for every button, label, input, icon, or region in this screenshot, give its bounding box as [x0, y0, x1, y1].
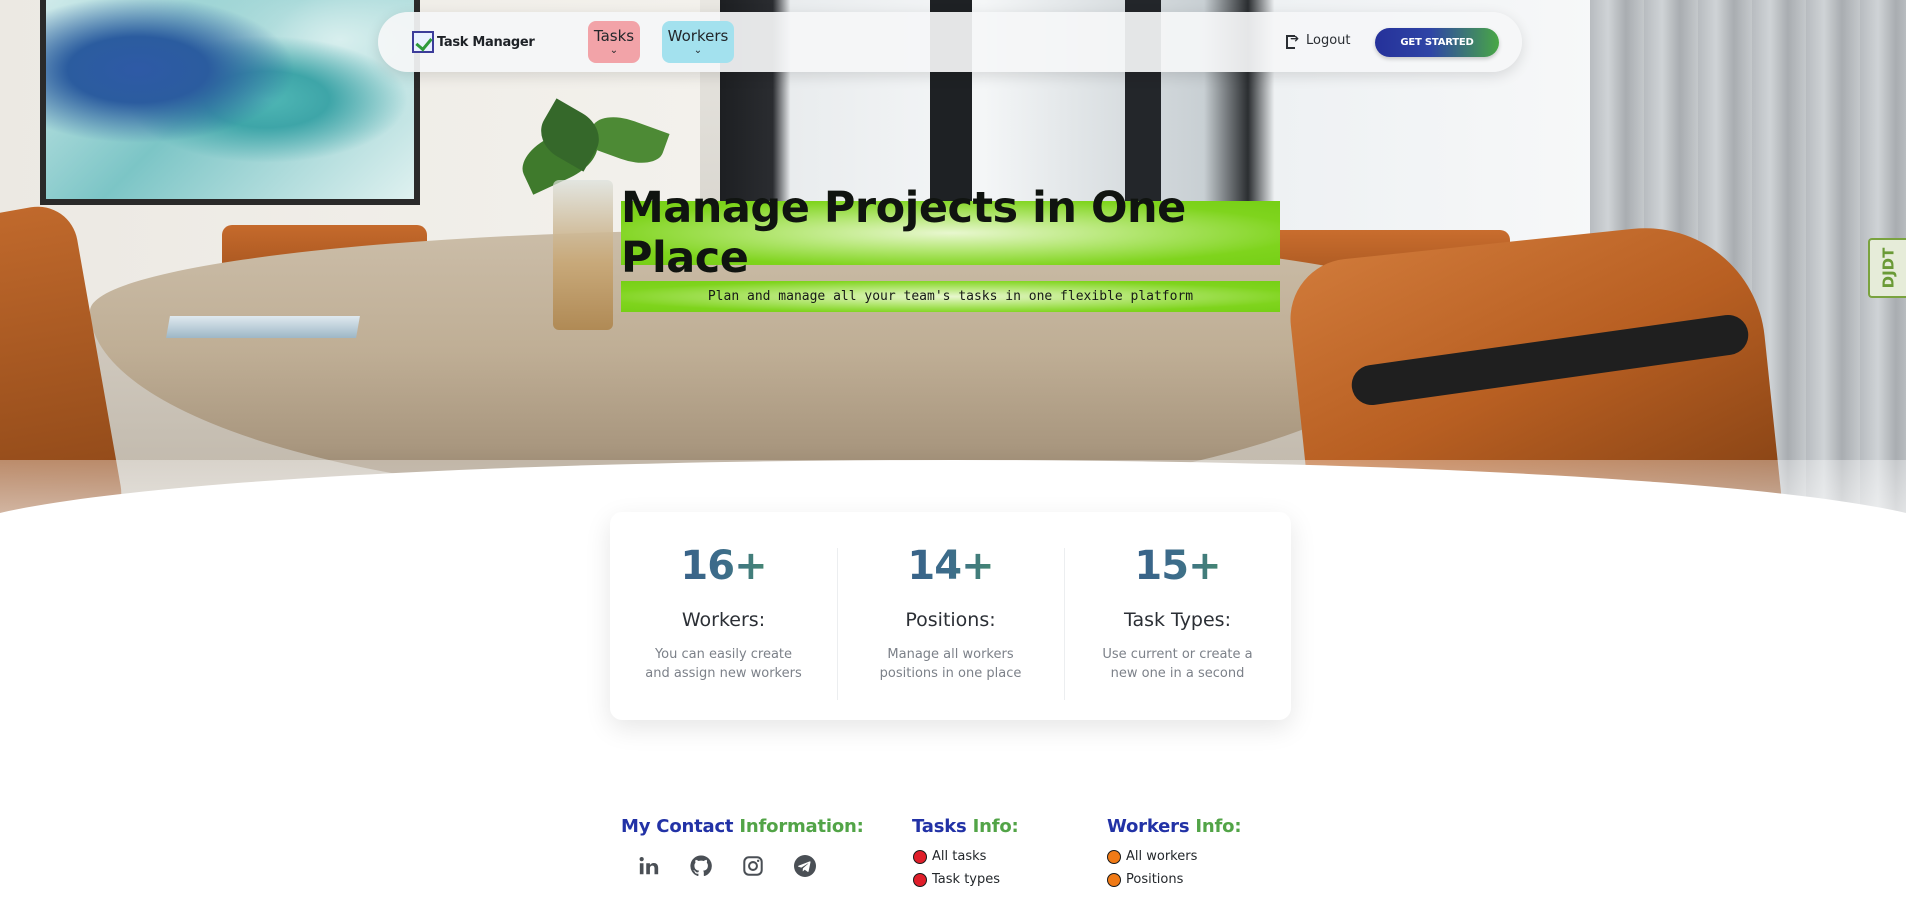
checkbox-logo-icon — [412, 31, 434, 53]
contact-info-heading: My Contact Information: — [621, 816, 864, 837]
stat-number: 15+ — [1064, 542, 1291, 590]
social-links — [636, 853, 818, 879]
stat-description: Manage all workers positions in one plac… — [879, 647, 1022, 681]
chevron-down-icon: ⌄ — [609, 45, 619, 56]
logout-icon — [1286, 32, 1300, 49]
hero-subtitle: Plan and manage all your team's tasks in… — [621, 281, 1280, 312]
all-workers-link[interactable]: All workers — [1107, 845, 1197, 868]
wall-painting — [40, 0, 420, 205]
stat-title: Positions: — [905, 609, 996, 631]
get-started-button[interactable]: GET STARTED — [1375, 28, 1499, 57]
hero-title: Manage Projects in One Place — [621, 183, 1280, 283]
instagram-icon[interactable] — [740, 853, 766, 879]
plant-pot — [553, 180, 613, 330]
stat-task-types: 15+ Task Types: Use current or create a … — [1064, 512, 1291, 720]
chevron-down-icon: ⌄ — [693, 45, 703, 56]
logout-link[interactable]: Logout — [1286, 32, 1351, 49]
telegram-icon[interactable] — [792, 853, 818, 879]
tasks-info-list: All tasks Task types — [913, 845, 1000, 891]
tasks-info-heading: Tasks Info: — [912, 816, 1019, 837]
book — [166, 316, 360, 338]
stat-number: 16+ — [610, 542, 837, 590]
stat-title: Task Types: — [1124, 609, 1231, 631]
debug-toolbar-tab[interactable]: DJDT — [1868, 238, 1906, 298]
navbar: Task Manager Tasks ⌄ Workers ⌄ Logout GE… — [378, 12, 1522, 72]
orange-dot-icon — [1107, 849, 1121, 864]
logout-label: Logout — [1306, 33, 1351, 48]
red-dot-icon — [913, 872, 927, 887]
stat-description: Use current or create a new one in a sec… — [1102, 647, 1253, 681]
linkedin-icon[interactable] — [636, 853, 662, 879]
stat-number: 14+ — [837, 542, 1064, 590]
task-types-link[interactable]: Task types — [913, 868, 1000, 891]
orange-dot-icon — [1107, 872, 1121, 887]
red-dot-icon — [913, 849, 927, 864]
all-tasks-link[interactable]: All tasks — [913, 845, 1000, 868]
brand-link[interactable]: Task Manager — [412, 31, 535, 53]
debug-toolbar-label: DJDT — [1879, 247, 1897, 289]
stat-positions: 14+ Positions: Manage all workers positi… — [837, 512, 1064, 720]
workers-dropdown-label: Workers — [667, 27, 729, 45]
workers-info-heading: Workers Info: — [1107, 816, 1242, 837]
tasks-dropdown-label: Tasks — [593, 27, 635, 45]
positions-link[interactable]: Positions — [1107, 868, 1197, 891]
stat-description: You can easily create and assign new wor… — [645, 647, 802, 681]
brand-name: Task Manager — [437, 34, 535, 50]
stat-workers: 16+ Workers: You can easily create and a… — [610, 512, 837, 720]
tasks-dropdown[interactable]: Tasks ⌄ — [588, 21, 640, 63]
stats-card: 16+ Workers: You can easily create and a… — [610, 512, 1291, 720]
github-icon[interactable] — [688, 853, 714, 879]
stat-title: Workers: — [681, 609, 766, 631]
workers-dropdown[interactable]: Workers ⌄ — [662, 21, 734, 63]
workers-info-list: All workers Positions — [1107, 845, 1197, 891]
